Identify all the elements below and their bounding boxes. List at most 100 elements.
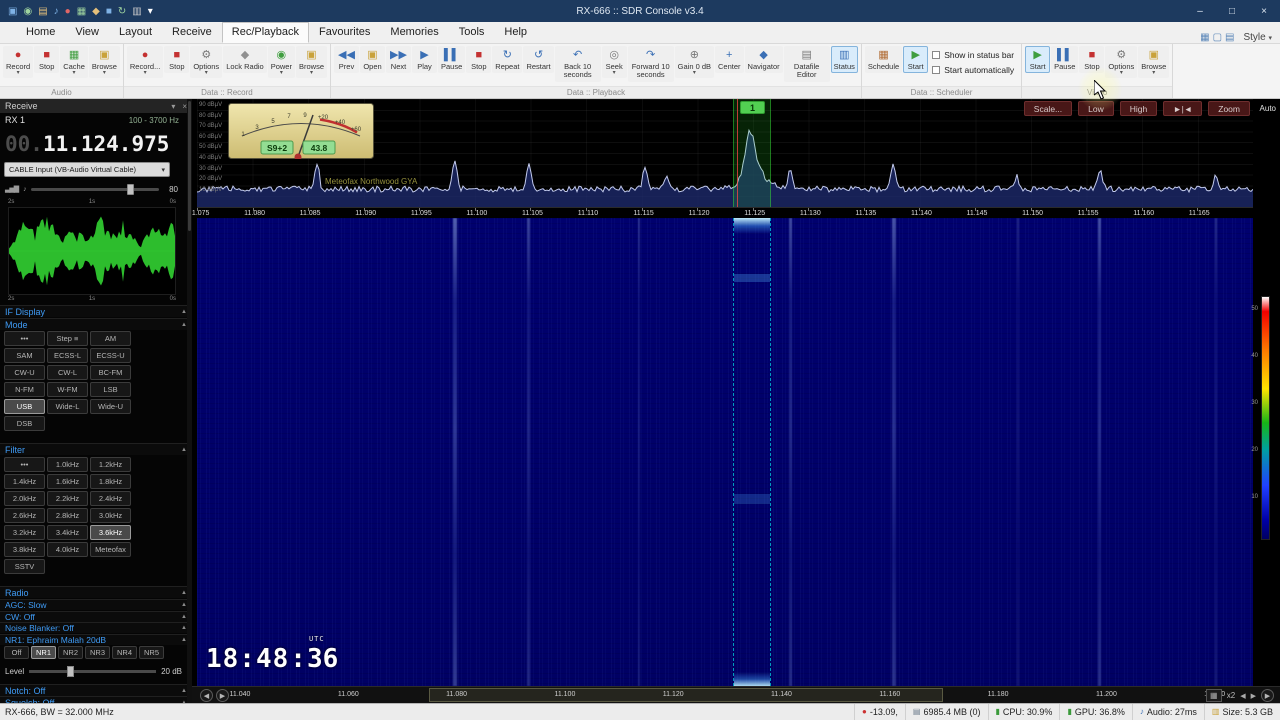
tab-view[interactable]: View (65, 22, 109, 43)
ribbon-center-button[interactable]: + Center (715, 46, 744, 74)
auto-scale-toggle[interactable]: Auto (1260, 104, 1276, 113)
ribbon-gain-0-db-button[interactable]: ⊕ Gain 0 dB ▾ (674, 46, 715, 79)
maximize-button[interactable]: □ (1216, 0, 1248, 22)
memory-icon[interactable]: ▤ (38, 6, 47, 17)
waterfall-colorbar[interactable] (1261, 296, 1270, 540)
minimize-button[interactable]: – (1184, 0, 1216, 22)
record-icon[interactable]: ● (65, 6, 71, 17)
frequency-scale[interactable]: 11.075 11.080 11.085 11.090 11.095 11.100 11.1… (189, 207, 1253, 218)
panel-scrollbar[interactable] (187, 99, 192, 703)
filter-3-0khz-button[interactable]: 3.0kHz (90, 508, 131, 523)
filter-item-button[interactable]: ••• (4, 457, 45, 472)
nr-nr1-button[interactable]: NR1 (31, 646, 56, 659)
checkbox-box[interactable] (932, 51, 941, 59)
scroll-right-button[interactable]: ▶ (216, 689, 229, 702)
checkbox-box[interactable] (932, 66, 941, 74)
zoom-in-button[interactable]: ▶ (1251, 692, 1256, 700)
section-agc[interactable]: AGC: Slow ▲ (0, 599, 192, 610)
filter-2-0khz-button[interactable]: 2.0kHz (4, 491, 45, 506)
ribbon-back-10-seconds-button[interactable]: ↶ Back 10 seconds (554, 46, 601, 82)
section-mode[interactable]: Mode ▲ (0, 318, 192, 330)
app-icon[interactable]: ▣ (8, 6, 17, 17)
tab-receive[interactable]: Receive (162, 22, 222, 43)
spectrum-scale-button[interactable]: Scale... (1023, 101, 1073, 116)
mode-n-fm-button[interactable]: N-FM (4, 382, 45, 397)
channel-band[interactable] (733, 99, 771, 207)
mode-w-fm-button[interactable]: W-FM (47, 382, 88, 397)
ribbon-prev-button[interactable]: ◀◀ Prev (334, 46, 359, 74)
waterfall-selection[interactable] (733, 218, 771, 686)
ribbon-stop-button[interactable]: ■ Stop (164, 46, 190, 74)
filter-2-4khz-button[interactable]: 2.4kHz (90, 491, 131, 506)
tab-memories[interactable]: Memories (380, 22, 448, 43)
mode-ecss-l-button[interactable]: ECSS-L (47, 348, 88, 363)
volume-slider-thumb[interactable] (126, 183, 134, 195)
ribbon-play-button[interactable]: ▶ Play (412, 46, 437, 74)
ribbon-datafile-editor-button[interactable]: ▤ Datafile Editor (783, 46, 830, 82)
grid-icon[interactable]: ▦ (77, 6, 86, 17)
section-notch[interactable]: Notch: Off ▲ (0, 684, 192, 696)
waterfall-display[interactable] (197, 218, 1253, 686)
tab-rec-playback[interactable]: Rec/Playback (221, 22, 310, 43)
frequency-display[interactable]: 00. 11.124.975 (5, 127, 169, 160)
spectrum-low-button[interactable]: Low (1078, 101, 1114, 116)
volume-slider[interactable] (30, 183, 159, 195)
filter-1-2khz-button[interactable]: 1.2kHz (90, 457, 131, 472)
nr-off-button[interactable]: Off (4, 646, 29, 659)
tab-tools[interactable]: Tools (449, 22, 495, 43)
filter-2-2khz-button[interactable]: 2.2kHz (47, 491, 88, 506)
scroll-left-button[interactable]: ◀ (200, 689, 213, 702)
navigator-icon[interactable]: ◆ (92, 6, 100, 17)
tab-layout[interactable]: Layout (109, 22, 162, 43)
ribbon-navigator-button[interactable]: ◆ Navigator (744, 46, 783, 74)
tab-help[interactable]: Help (494, 22, 537, 43)
visible-range-thumb[interactable] (429, 688, 943, 702)
power-icon[interactable]: ◉ (23, 6, 32, 17)
filter-2-8khz-button[interactable]: 2.8kHz (47, 508, 88, 523)
mode-wide-u-button[interactable]: Wide-U (90, 399, 131, 414)
mode-bc-fm-button[interactable]: BC-FM (90, 365, 131, 380)
mode-dsb-button[interactable]: DSB (4, 416, 45, 431)
filter-3-4khz-button[interactable]: 3.4kHz (47, 525, 88, 540)
windows-icon[interactable]: ▤ (1225, 32, 1234, 43)
more-icon[interactable]: ▾ (148, 6, 153, 17)
cascade-icon[interactable]: ▢ (1213, 32, 1222, 43)
mode-cw-u-button[interactable]: CW-U (4, 365, 45, 380)
ribbon-seek-button[interactable]: ◎ Seek ▾ (601, 46, 627, 79)
mode-cw-l-button[interactable]: CW-L (47, 365, 88, 380)
checkbox-show-in-status-bar[interactable]: Show in status bar (932, 50, 1014, 60)
refresh-icon[interactable]: ↻ (118, 6, 126, 17)
filter-4-0khz-button[interactable]: 4.0kHz (47, 542, 88, 557)
level-slider-thumb[interactable] (67, 666, 75, 677)
ribbon-browse-button[interactable]: ▣ Browse ▾ (88, 46, 120, 79)
ribbon-record-button[interactable]: ● Record... ▾ (126, 46, 164, 79)
ribbon-record-button[interactable]: ● Record ▾ (3, 46, 34, 79)
display-icon[interactable]: ■ (106, 6, 112, 17)
section-filter[interactable]: Filter ▲ (0, 443, 192, 455)
close-button[interactable]: × (1248, 0, 1280, 22)
ribbon-options-button[interactable]: ⚙ Options ▾ (190, 46, 223, 79)
ribbon-stop-button[interactable]: ■ Stop (1079, 46, 1105, 74)
filter-1-6khz-button[interactable]: 1.6kHz (47, 474, 88, 489)
ribbon-start-button[interactable]: ▶ Start (1025, 46, 1051, 74)
speaker-icon[interactable]: ♪ (23, 186, 26, 193)
ribbon-status-button[interactable]: ▥ Status (830, 46, 858, 74)
files-icon[interactable]: ▥ (132, 6, 141, 17)
channel-marker[interactable]: 1 (740, 101, 765, 114)
audio-icon[interactable]: ♪ (54, 6, 59, 17)
section-if-display[interactable]: IF Display ▲ (0, 305, 192, 317)
ribbon-restart-button[interactable]: ↺ Restart (523, 46, 554, 74)
section-cw[interactable]: CW: Off ▲ (0, 610, 192, 622)
ribbon-start-button[interactable]: ▶ Start (903, 46, 929, 74)
ribbon-browse-button[interactable]: ▣ Browse ▾ (1138, 46, 1170, 79)
ribbon-stop-button[interactable]: ■ Stop (34, 46, 60, 74)
zoom-out-button[interactable]: ◀ (1240, 692, 1245, 700)
ribbon-stop-button[interactable]: ■ Stop (466, 46, 492, 74)
filter-1-8khz-button[interactable]: 1.8kHz (90, 474, 131, 489)
filter-sstv-button[interactable]: SSTV (4, 559, 45, 574)
mode-step-button[interactable]: Step ≡ (47, 331, 88, 346)
filter-1-4khz-button[interactable]: 1.4kHz (4, 474, 45, 489)
panel-scrollbar-thumb[interactable] (188, 101, 191, 231)
ribbon-pause-button[interactable]: ▌▌ Pause (1051, 46, 1079, 74)
section-radio[interactable]: Radio ▲ (0, 586, 192, 598)
